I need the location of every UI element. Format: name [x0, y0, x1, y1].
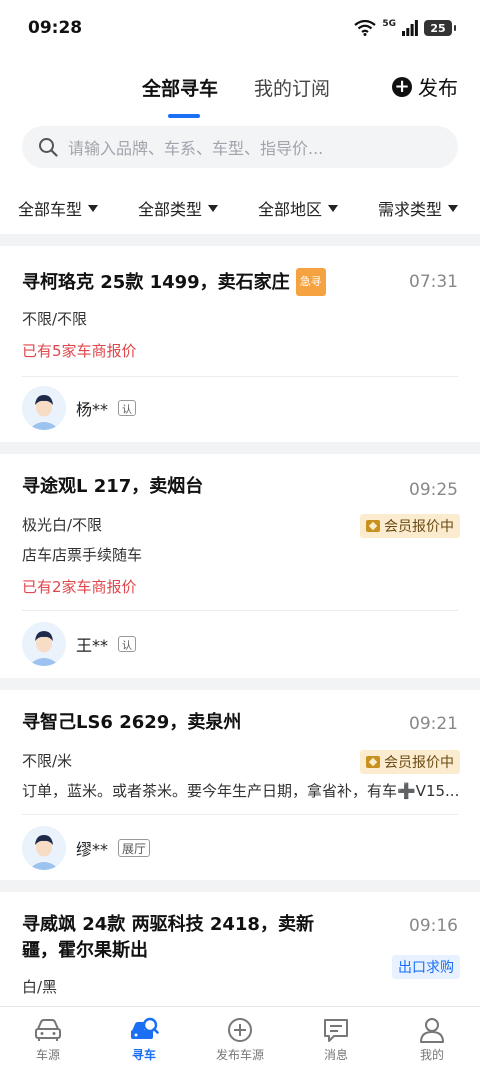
nav-find-car[interactable]: 寻车 [96, 1007, 192, 1072]
member-quote-badge: 会员报价中 [360, 750, 460, 774]
tab-my-subscriptions[interactable]: 我的订阅 [254, 74, 330, 101]
filter-bar: 全部车型 全部类型 全部地区 需求类型 [0, 192, 480, 222]
crown-icon [366, 756, 380, 768]
nav-messages[interactable]: 消息 [288, 1007, 384, 1072]
nav-label: 寻车 [131, 1048, 156, 1062]
network-label: 5G [382, 19, 396, 29]
card-title: 寻柯珞克 25款 1499，卖石家庄 急寻 [22, 268, 326, 296]
urgent-badge: 急寻 [295, 268, 326, 296]
quote-count: 已有5家车商报价 [22, 342, 137, 360]
message-icon [324, 1019, 348, 1042]
status-icons: 5G 25 [354, 19, 456, 36]
filter-car-model[interactable]: 全部车型 [18, 196, 99, 220]
card-color: 极光白/不限 [22, 516, 103, 534]
car-icon [35, 1019, 61, 1041]
wifi-icon [354, 20, 377, 36]
plus-circle-icon: + [392, 76, 412, 97]
avatar-icon [22, 826, 66, 870]
avatar-icon [22, 622, 66, 666]
nav-label: 消息 [323, 1048, 348, 1062]
card-note: 店车店票手续随车 [22, 546, 143, 564]
card-time: 07:31 [409, 272, 458, 292]
filter-label: 全部车型 [18, 200, 83, 219]
nav-publish-source[interactable]: 发布车源 [192, 1007, 288, 1072]
request-card[interactable]: 寻柯珞克 25款 1499，卖石家庄 急寻 07:31 不限/不限 已有5家车商报… [0, 246, 480, 442]
filter-region[interactable]: 全部地区 [258, 196, 339, 220]
quote-count: 已有2家车商报价 [22, 578, 137, 596]
nav-label: 车源 [35, 1048, 60, 1062]
card-title: 寻途观L 217，卖烟台 [22, 476, 204, 497]
divider [22, 814, 458, 815]
header: 全部寻车 我的订阅 + 发布 请输入品牌、车系、车型、指导价... 全部车型 全… [0, 56, 480, 234]
dropdown-arrow-icon [208, 204, 219, 212]
card-time: 09:16 [409, 916, 458, 936]
avatar [22, 622, 66, 666]
status-time: 09:28 [28, 18, 83, 38]
export-purchase-badge: 出口求购 [392, 955, 460, 979]
dropdown-arrow-icon [448, 204, 459, 212]
filter-label: 全部类型 [138, 200, 203, 219]
avatar [22, 826, 66, 870]
verified-icon: 认 [118, 400, 137, 416]
member-quote-badge: 会员报价中 [360, 514, 460, 538]
request-card[interactable]: 寻途观L 217，卖烟台 09:25 极光白/不限 会员报价中 店车店票手续随车… [0, 454, 480, 678]
search-icon [39, 138, 58, 157]
request-card[interactable]: 寻智己LS6 2629，卖泉州 09:21 不限/米 会员报价中 订单，蓝米。或… [0, 690, 480, 880]
verified-icon: 认 [118, 636, 137, 652]
publish-button[interactable]: + 发布 [392, 72, 458, 101]
filter-type[interactable]: 全部类型 [138, 196, 219, 220]
battery-icon: 25 [424, 20, 456, 36]
tab-bar: 全部寻车 我的订阅 + 发布 [0, 56, 480, 120]
avatar-icon [22, 386, 66, 430]
divider [22, 376, 458, 377]
profile-icon [420, 1018, 444, 1043]
dropdown-arrow-icon [88, 204, 99, 212]
card-color: 不限/不限 [22, 310, 88, 328]
showroom-tag: 展厅 [118, 839, 151, 857]
status-bar: 09:28 5G 25 [0, 0, 480, 56]
find-car-icon [131, 1017, 159, 1039]
search-placeholder: 请输入品牌、车系、车型、指导价... [68, 139, 324, 158]
user-name: 缪** [76, 840, 109, 859]
card-title-line1: 寻威飒 24款 两驱科技 2418，卖新 [22, 914, 314, 935]
nav-label: 发布车源 [215, 1048, 264, 1062]
user-row[interactable]: 杨** 认 [22, 386, 137, 430]
card-note: 订单，蓝米。或者茶米。要今年生产日期，拿省补，有车➕V15... [22, 782, 458, 800]
add-circle-icon [228, 1018, 252, 1042]
user-row[interactable]: 王** 认 [22, 622, 137, 666]
bottom-nav: 车源 寻车 发布车源 消息 我的 [0, 1006, 480, 1072]
filter-demand-type[interactable]: 需求类型 [378, 196, 459, 220]
card-time: 09:21 [409, 714, 458, 734]
user-name: 杨** [76, 400, 109, 419]
nav-label: 我的 [419, 1048, 444, 1062]
active-tab-indicator [168, 114, 200, 118]
user-row[interactable]: 缪** 展厅 [22, 826, 151, 870]
publish-label: 发布 [418, 76, 458, 100]
filter-label: 全部地区 [258, 200, 323, 219]
divider [22, 610, 458, 611]
crown-icon [366, 520, 380, 532]
card-time: 09:25 [409, 480, 458, 500]
card-color: 白/黑 [22, 978, 58, 996]
user-name: 王** [76, 636, 109, 655]
card-color: 不限/米 [22, 752, 73, 770]
request-card[interactable]: 寻威飒 24款 两驱科技 2418，卖新 疆，霍尔果斯出 09:16 出口求购 … [0, 892, 480, 1006]
dropdown-arrow-icon [328, 204, 339, 212]
tab-all-find-car[interactable]: 全部寻车 [142, 74, 218, 101]
card-title-line2: 疆，霍尔果斯出 [22, 940, 148, 961]
nav-profile[interactable]: 我的 [384, 1007, 480, 1072]
signal-icon [402, 20, 418, 36]
avatar [22, 386, 66, 430]
filter-label: 需求类型 [378, 200, 443, 219]
card-title: 寻智己LS6 2629，卖泉州 [22, 712, 242, 733]
search-input[interactable]: 请输入品牌、车系、车型、指导价... [22, 126, 458, 168]
nav-car-source[interactable]: 车源 [0, 1007, 96, 1072]
